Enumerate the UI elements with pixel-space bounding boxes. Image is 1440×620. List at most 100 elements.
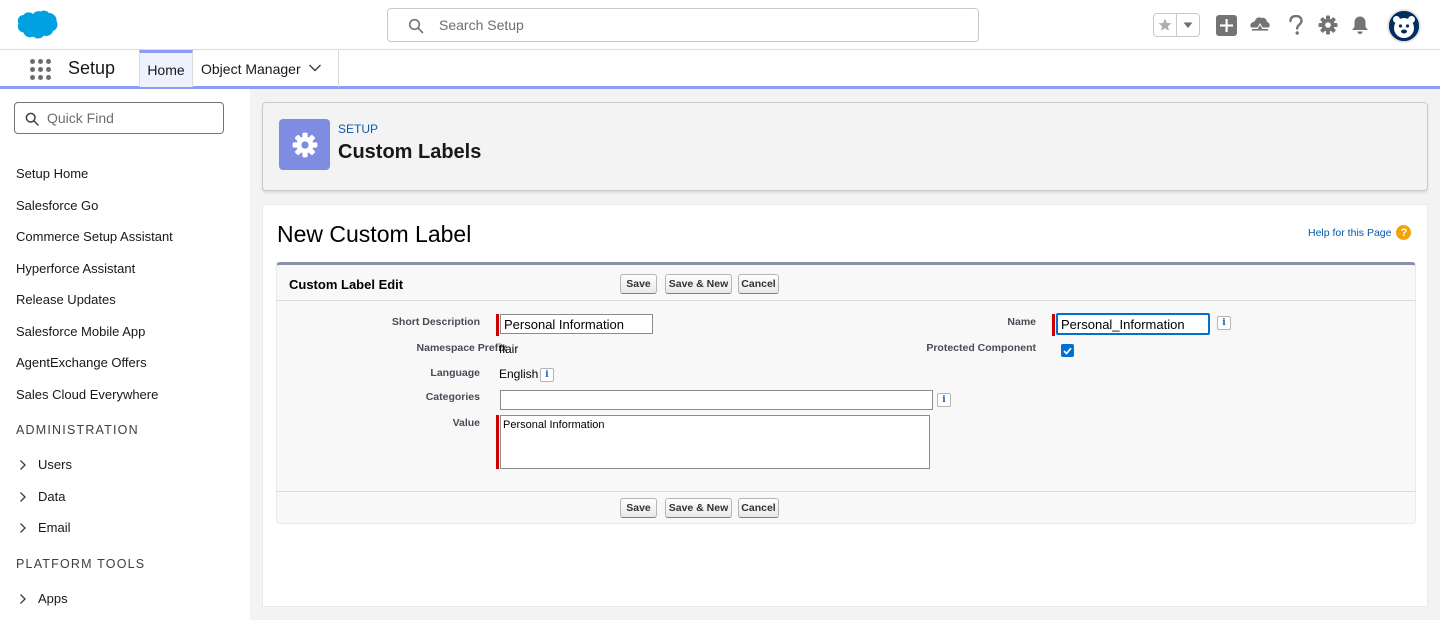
sidebar-tree-label: Email (38, 520, 71, 535)
notifications-button[interactable] (1349, 14, 1371, 36)
user-avatar-icon (1389, 11, 1419, 41)
tab-home[interactable]: Home (139, 50, 193, 87)
trailhead-guidance-button[interactable] (1249, 14, 1271, 36)
categories-label: Categories (425, 391, 480, 403)
help-button[interactable] (1285, 14, 1307, 36)
protected-component-checkbox[interactable] (1061, 344, 1074, 357)
sidebar-item-salesforce-mobile-app[interactable]: Salesforce Mobile App (16, 324, 145, 339)
name-label: Name (1007, 316, 1036, 328)
value-label: Value (452, 417, 480, 429)
help-link-label[interactable]: Help for this Page (1308, 227, 1391, 239)
language-label: Language (430, 367, 480, 379)
cancel-button[interactable]: Cancel (738, 274, 779, 294)
chevron-right-icon[interactable] (16, 592, 30, 606)
favorites-group (1153, 13, 1200, 37)
short-description-label: Short Description (391, 316, 480, 328)
chevron-right-icon[interactable] (16, 521, 30, 535)
language-value: English (499, 367, 539, 381)
quick-find-input[interactable] (47, 109, 217, 127)
tab-object-manager-label: Object Manager (201, 60, 301, 77)
gear-icon (292, 132, 317, 157)
favorite-button[interactable] (1154, 14, 1177, 36)
categories-input[interactable] (500, 390, 933, 410)
chevron-right-icon[interactable] (16, 458, 30, 472)
gear-icon (1318, 15, 1338, 35)
page-header: SETUP Custom Labels (262, 102, 1428, 191)
sidebar-tree-users[interactable]: Users (16, 457, 72, 472)
form-page-title: New Custom Label (277, 221, 472, 247)
custom-label-edit-block: Custom Label Edit Save Save & New Cancel… (276, 262, 1416, 524)
global-header (0, 0, 1440, 50)
question-icon (1289, 14, 1303, 35)
search-icon (25, 112, 39, 126)
sidebar-item-salesforce-go[interactable]: Salesforce Go (16, 198, 98, 213)
save-and-new-button[interactable]: Save & New (665, 274, 732, 294)
global-search[interactable] (387, 8, 979, 42)
sidebar-section-platform-tools: PLATFORM TOOLS (16, 557, 146, 571)
namespace-prefix-label: Namespace Prefix (416, 342, 507, 354)
info-icon[interactable]: i (937, 393, 951, 407)
sidebar-item-setup-home[interactable]: Setup Home (16, 166, 88, 181)
app-launcher-dot (38, 59, 43, 64)
edit-block-header: Custom Label Edit Save Save & New Cancel (277, 265, 1415, 301)
app-launcher-dot (38, 75, 43, 80)
app-launcher-dot (30, 75, 35, 80)
save-button[interactable]: Save (620, 498, 657, 518)
trailhead-icon (1250, 17, 1270, 31)
app-nav-bar: Setup Home Object Manager (0, 50, 1440, 89)
favorites-list-button[interactable] (1177, 14, 1199, 36)
setup-gear-icon (279, 119, 330, 170)
save-button[interactable]: Save (620, 274, 657, 294)
app-name: Setup (68, 58, 116, 78)
checkmark-icon (1063, 347, 1072, 355)
caret-down-icon (1183, 22, 1193, 28)
search-input[interactable] (439, 15, 959, 35)
app-launcher-dot (30, 67, 35, 72)
help-icon[interactable]: ? (1396, 225, 1412, 240)
info-icon[interactable]: i (1217, 316, 1231, 330)
cancel-button[interactable]: Cancel (738, 498, 779, 518)
app-launcher-dot (46, 59, 51, 64)
global-actions-button[interactable] (1215, 14, 1237, 36)
sidebar-item-commerce-setup-assistant[interactable]: Commerce Setup Assistant (16, 229, 173, 244)
app-launcher-dot (30, 59, 35, 64)
sidebar-tree-label: Data (38, 489, 66, 504)
sidebar-tree-data[interactable]: Data (16, 489, 65, 504)
edit-block-footer: Save Save & New Cancel (277, 491, 1415, 524)
page-header-eyebrow[interactable]: SETUP (338, 122, 378, 136)
sidebar-tree-label: Users (38, 457, 72, 472)
app-launcher-dot (46, 67, 51, 72)
add-icon (1215, 14, 1237, 36)
app-launcher-button[interactable] (30, 59, 51, 80)
sidebar-item-sales-cloud-everywhere[interactable]: Sales Cloud Everywhere (16, 387, 158, 402)
quick-find-box[interactable] (14, 102, 224, 134)
protected-component-label: Protected Component (926, 342, 1036, 354)
info-icon[interactable]: i (540, 368, 554, 382)
chevron-right-icon[interactable] (16, 490, 30, 504)
tab-object-manager[interactable]: Object Manager (193, 50, 339, 87)
required-indicator (496, 415, 499, 469)
help-for-this-page-link[interactable]: Help for this Page ? (1308, 225, 1412, 240)
sidebar-item-agentexchange-offers[interactable]: AgentExchange Offers (16, 355, 147, 370)
user-avatar[interactable] (1387, 9, 1421, 43)
name-input[interactable] (1056, 313, 1210, 335)
setup-menu-button[interactable] (1317, 14, 1339, 36)
sidebar-item-hyperforce-assistant[interactable]: Hyperforce Assistant (16, 261, 135, 276)
setup-sidebar: Setup Home Salesforce Go Commerce Setup … (0, 89, 250, 620)
edit-block-title: Custom Label Edit (289, 277, 404, 292)
app-launcher-dot (46, 75, 51, 80)
sidebar-tree-apps[interactable]: Apps (16, 591, 68, 606)
chevron-down-icon[interactable] (308, 63, 322, 73)
salesforce-logo-icon[interactable] (16, 10, 58, 40)
app-launcher-dot (38, 67, 43, 72)
sidebar-section-administration: ADMINISTRATION (16, 423, 139, 437)
short-description-input[interactable] (500, 314, 653, 334)
save-and-new-button[interactable]: Save & New (665, 498, 732, 518)
required-indicator (496, 314, 499, 336)
sidebar-tree-email[interactable]: Email (16, 520, 71, 535)
bell-icon (1352, 16, 1368, 34)
required-indicator (1052, 314, 1055, 336)
value-textarea[interactable]: Personal Information (500, 415, 930, 469)
page-title: Custom Labels (338, 141, 482, 163)
sidebar-item-release-updates[interactable]: Release Updates (16, 292, 116, 307)
